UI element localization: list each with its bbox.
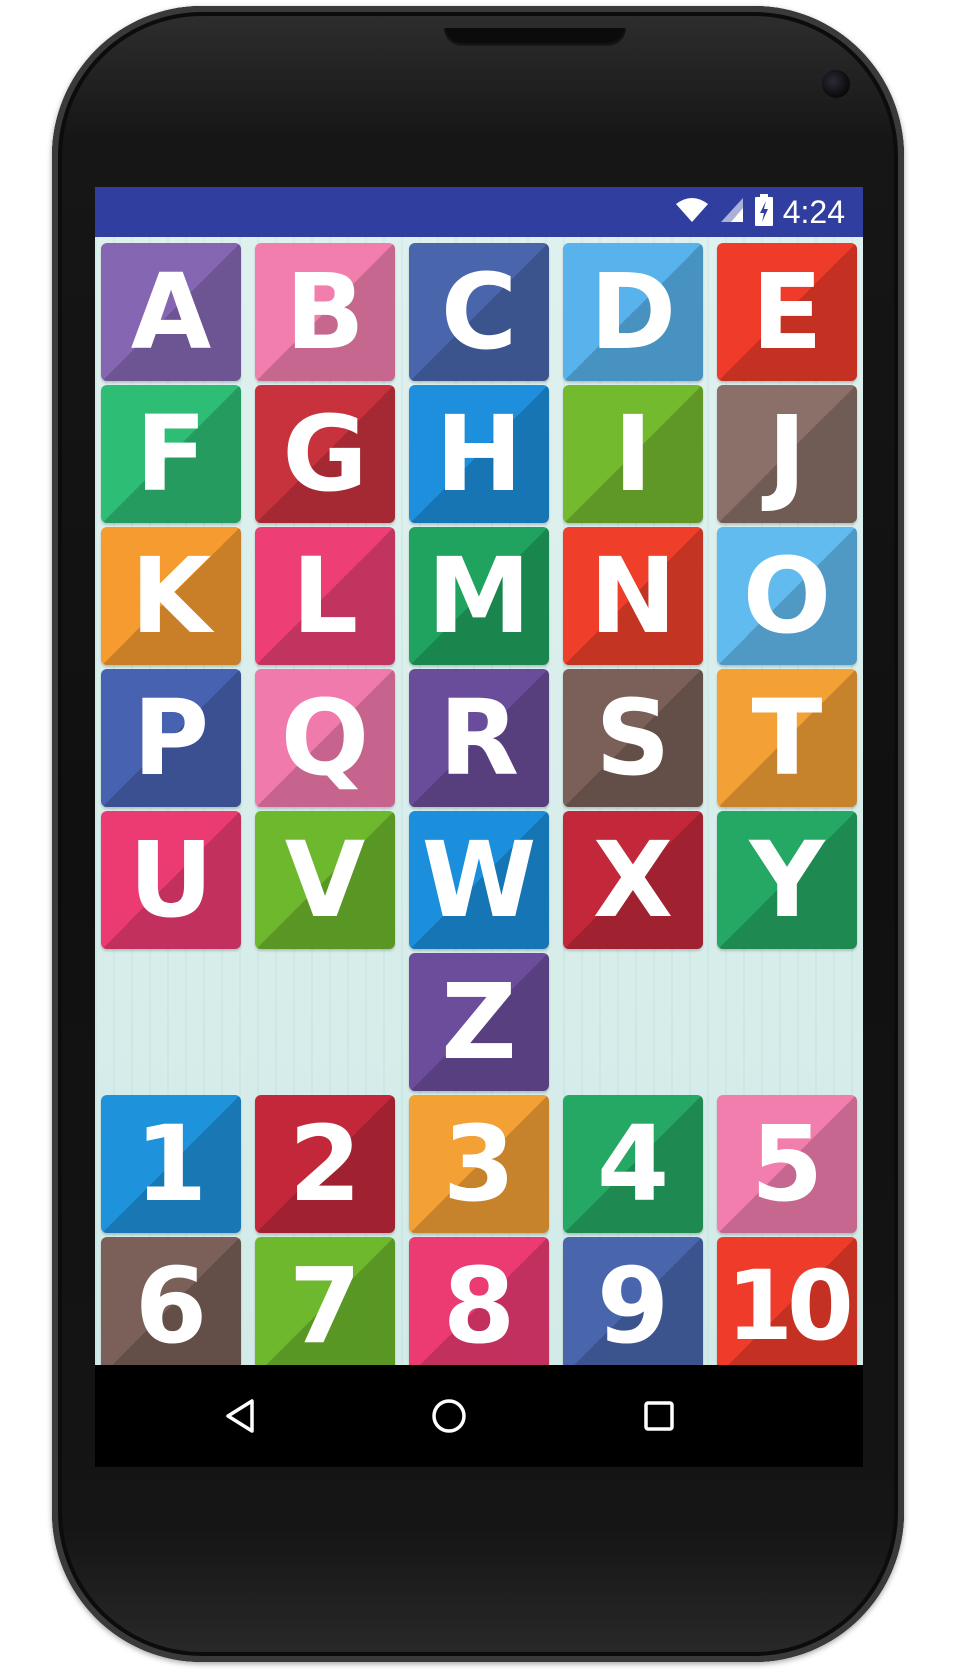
tile-1[interactable]: 1 xyxy=(101,1095,241,1233)
tile-3[interactable]: 3 xyxy=(409,1095,549,1233)
tile-u[interactable]: U xyxy=(101,811,241,949)
tile-d[interactable]: D xyxy=(563,243,703,381)
tile-t[interactable]: T xyxy=(717,669,857,807)
tile-label: J xyxy=(767,393,807,515)
tile-label: G xyxy=(282,393,368,515)
tile-r[interactable]: R xyxy=(409,669,549,807)
tile-label: P xyxy=(132,677,210,799)
tile-6[interactable]: 6 xyxy=(101,1237,241,1375)
tile-7[interactable]: 7 xyxy=(255,1237,395,1375)
tile-label: V xyxy=(284,819,366,941)
tile-b[interactable]: B xyxy=(255,243,395,381)
tile-label: 10 xyxy=(726,1250,854,1362)
tile-i[interactable]: I xyxy=(563,385,703,523)
tile-label: D xyxy=(589,251,677,373)
grid-empty-cell xyxy=(717,953,857,1091)
tile-k[interactable]: K xyxy=(101,527,241,665)
alphabet-number-grid-area: A B C D E F G H I J K L M N O P Q R S T U V W X Y Z 1 2 3 4 5 6 7 8 9 10 xyxy=(95,237,863,1375)
tile-label: C xyxy=(440,251,518,373)
wifi-icon xyxy=(675,196,709,228)
tile-label: O xyxy=(742,535,832,657)
tile-label: A xyxy=(130,251,212,373)
tile-label: 1 xyxy=(134,1103,208,1225)
tile-label: N xyxy=(589,535,677,657)
tile-n[interactable]: N xyxy=(563,527,703,665)
tile-label: Y xyxy=(749,819,825,941)
tile-l[interactable]: L xyxy=(255,527,395,665)
tile-label: 3 xyxy=(442,1103,516,1225)
tile-label: 9 xyxy=(596,1245,670,1367)
tile-label: X xyxy=(592,819,674,941)
tile-label: W xyxy=(421,819,537,941)
tile-label: E xyxy=(751,251,823,373)
tile-label: 8 xyxy=(442,1245,516,1367)
grid-empty-cell xyxy=(255,953,395,1091)
grid-empty-cell xyxy=(101,953,241,1091)
signal-icon xyxy=(719,196,745,228)
tile-j[interactable]: J xyxy=(717,385,857,523)
back-icon xyxy=(226,1399,254,1433)
recents-icon xyxy=(644,1401,674,1431)
tile-label: H xyxy=(435,393,523,515)
tile-label: Q xyxy=(280,677,370,799)
tile-grid: A B C D E F G H I J K L M N O P Q R S T U V W X Y Z 1 2 3 4 5 6 7 8 9 10 xyxy=(101,243,857,1375)
tile-label: 7 xyxy=(288,1245,362,1367)
status-time: 4:24 xyxy=(782,193,845,230)
tile-label: 5 xyxy=(750,1103,824,1225)
tile-2[interactable]: 2 xyxy=(255,1095,395,1233)
tile-label: S xyxy=(595,677,671,799)
tile-s[interactable]: S xyxy=(563,669,703,807)
tile-f[interactable]: F xyxy=(101,385,241,523)
tile-label: B xyxy=(285,251,365,373)
tile-label: U xyxy=(128,819,214,941)
tile-a[interactable]: A xyxy=(101,243,241,381)
battery-charging-icon xyxy=(754,194,773,230)
status-bar: 4:24 xyxy=(95,187,863,237)
tile-label: F xyxy=(135,393,207,515)
tile-10[interactable]: 10 xyxy=(717,1237,857,1375)
tile-e[interactable]: E xyxy=(717,243,857,381)
earpiece-speaker xyxy=(444,28,626,46)
tile-label: I xyxy=(613,393,653,515)
tile-label: K xyxy=(130,535,212,657)
front-camera xyxy=(822,70,850,98)
back-button[interactable] xyxy=(222,1396,262,1436)
tile-9[interactable]: 9 xyxy=(563,1237,703,1375)
tile-label: Z xyxy=(441,961,517,1083)
grid-empty-cell xyxy=(563,953,703,1091)
tile-y[interactable]: Y xyxy=(717,811,857,949)
tile-8[interactable]: 8 xyxy=(409,1237,549,1375)
tile-q[interactable]: Q xyxy=(255,669,395,807)
tile-5[interactable]: 5 xyxy=(717,1095,857,1233)
navigation-bar xyxy=(95,1365,863,1467)
tile-label: 2 xyxy=(288,1103,362,1225)
tile-4[interactable]: 4 xyxy=(563,1095,703,1233)
tile-c[interactable]: C xyxy=(409,243,549,381)
tile-p[interactable]: P xyxy=(101,669,241,807)
tile-x[interactable]: X xyxy=(563,811,703,949)
tile-label: R xyxy=(438,677,520,799)
tile-m[interactable]: M xyxy=(409,527,549,665)
tile-v[interactable]: V xyxy=(255,811,395,949)
tile-h[interactable]: H xyxy=(409,385,549,523)
tile-z[interactable]: Z xyxy=(409,953,549,1091)
home-icon xyxy=(432,1399,466,1433)
tile-label: 6 xyxy=(134,1245,208,1367)
tile-w[interactable]: W xyxy=(409,811,549,949)
screen: 4:24 ABCDE FGHIJ KLMNO PQRST UVWXY Z 12345 6789… xyxy=(95,187,863,1467)
home-button[interactable] xyxy=(429,1396,469,1436)
tile-label: M xyxy=(427,535,531,657)
tile-label: 4 xyxy=(596,1103,670,1225)
tile-o[interactable]: O xyxy=(717,527,857,665)
tile-label: T xyxy=(751,677,823,799)
recents-button[interactable] xyxy=(639,1396,679,1436)
tile-label: L xyxy=(291,535,359,657)
tile-g[interactable]: G xyxy=(255,385,395,523)
